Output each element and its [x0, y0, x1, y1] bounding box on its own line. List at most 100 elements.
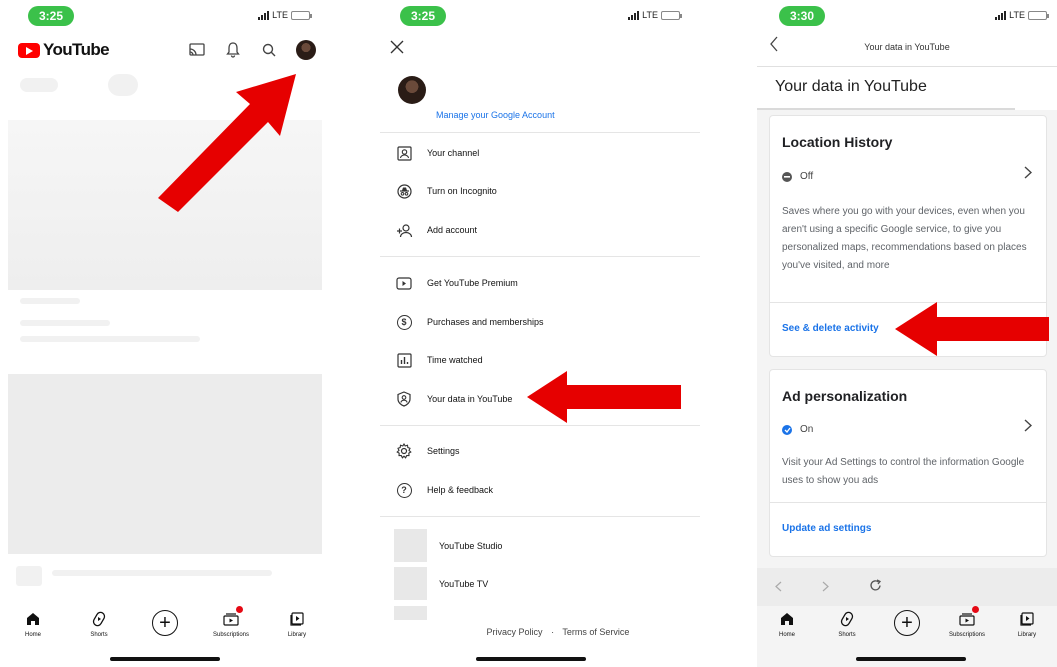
divider	[380, 425, 700, 426]
app-header: YouTube	[18, 36, 316, 64]
app-icon	[394, 529, 427, 562]
text-placeholder	[20, 298, 80, 304]
menu-item-label: Your channel	[427, 148, 480, 158]
divider	[770, 502, 1046, 503]
bell-icon[interactable]	[224, 41, 242, 59]
nav-shorts[interactable]: Shorts	[817, 609, 877, 638]
menu-item-settings[interactable]: Settings	[394, 441, 690, 461]
menu-item-label: Help & feedback	[427, 485, 494, 495]
nav-create[interactable]: +	[877, 610, 937, 636]
phone-account-menu: 3:25 LTE Manage your Google Account Your…	[370, 0, 700, 667]
app-item-tv[interactable]: YouTube TV	[394, 567, 488, 600]
nav-library[interactable]: Library	[267, 609, 327, 638]
privacy-policy-link[interactable]: Privacy Policy	[487, 627, 543, 637]
manage-account-link[interactable]: Manage your Google Account	[436, 110, 555, 120]
menu-item-label: Turn on Incognito	[427, 186, 497, 196]
location-history-card: Location History Off Saves where you go …	[769, 115, 1047, 357]
page-heading: Your data in YouTube	[775, 78, 927, 95]
divider	[380, 256, 700, 257]
app-label: YouTube Studio	[439, 540, 503, 551]
library-icon	[1020, 609, 1034, 629]
text-placeholder	[52, 570, 272, 576]
close-icon[interactable]	[390, 36, 404, 58]
chip-placeholder	[108, 74, 138, 96]
nav-create[interactable]: +	[135, 610, 195, 636]
menu-item-incognito[interactable]: Turn on Incognito	[394, 181, 690, 201]
shorts-icon	[92, 609, 106, 629]
create-icon: +	[894, 610, 920, 636]
brand-name: YouTube	[43, 40, 110, 59]
nav-library[interactable]: Library	[997, 609, 1057, 638]
browser-forward-icon[interactable]	[822, 579, 829, 595]
browser-back-icon[interactable]	[775, 579, 782, 595]
card-description: Saves where you go with your devices, ev…	[782, 206, 1027, 271]
menu-item-help[interactable]: ? Help & feedback	[394, 480, 690, 500]
page-title: Your data in YouTube	[864, 42, 950, 52]
divider	[757, 66, 1057, 67]
youtube-logo[interactable]: YouTube	[18, 40, 110, 60]
reload-icon[interactable]	[869, 579, 882, 595]
chevron-right-icon[interactable]	[1024, 419, 1033, 437]
menu-item-add-account[interactable]: Add account	[394, 220, 690, 240]
status-time: 3:25	[400, 6, 446, 26]
state-label: Off	[800, 171, 814, 182]
youtube-play-icon	[18, 42, 40, 58]
app-item-studio[interactable]: YouTube Studio	[394, 529, 502, 562]
menu-item-purchases[interactable]: $ Purchases and memberships	[394, 312, 690, 332]
app-item-partial	[394, 606, 427, 620]
menu-item-time-watched[interactable]: Time watched	[394, 350, 690, 370]
home-indicator	[856, 657, 966, 661]
menu-item-label: Time watched	[427, 355, 483, 365]
incognito-icon	[394, 181, 414, 201]
nav-subscriptions[interactable]: Subscriptions	[937, 605, 997, 638]
menu-item-your-data[interactable]: Your data in YouTube	[394, 389, 690, 409]
chart-icon	[394, 350, 414, 370]
shield-person-icon	[394, 389, 414, 409]
chevron-right-icon[interactable]	[1024, 166, 1033, 184]
menu-item-premium[interactable]: Get YouTube Premium	[394, 273, 690, 293]
cast-icon[interactable]	[188, 41, 206, 59]
nav-label: Library	[1017, 631, 1037, 638]
state-label: On	[800, 424, 814, 435]
divider	[380, 132, 700, 133]
bottom-nav: Home Shorts + Subscriptions Library	[757, 601, 1057, 645]
text-placeholder	[20, 336, 200, 342]
menu-item-label: Purchases and memberships	[427, 317, 544, 327]
status-bar: 3:25 LTE	[0, 6, 330, 26]
create-icon: +	[152, 610, 178, 636]
nav-label: Home	[778, 631, 795, 638]
network-indicator: LTE	[995, 10, 1049, 20]
avatar[interactable]	[398, 76, 426, 104]
notification-dot	[236, 605, 243, 613]
search-icon[interactable]	[260, 41, 278, 59]
update-ad-settings-link[interactable]: Update ad settings	[782, 523, 871, 534]
location-status[interactable]: Off	[782, 171, 813, 182]
gear-icon	[394, 441, 414, 461]
nav-label: Subscriptions	[948, 631, 986, 638]
see-delete-activity-link[interactable]: See & delete activity	[782, 323, 879, 334]
menu-item-label: Your data in YouTube	[427, 394, 513, 404]
avatar[interactable]	[296, 40, 316, 60]
terms-link[interactable]: Terms of Service	[562, 627, 629, 637]
menu-item-your-channel[interactable]: Your channel	[394, 143, 690, 163]
card-title: Location History	[782, 134, 893, 150]
signal-icon	[995, 10, 1007, 20]
menu-item-label: Add account	[427, 225, 478, 235]
network-indicator: LTE	[258, 10, 312, 20]
network-type: LTE	[272, 10, 288, 20]
video-thumbnail	[8, 374, 322, 554]
nav-shorts[interactable]: Shorts	[69, 609, 129, 638]
home-indicator	[110, 657, 220, 661]
card-description: Visit your Ad Settings to control the in…	[782, 457, 1025, 486]
nav-home[interactable]: Home	[3, 609, 63, 638]
text-placeholder	[20, 320, 110, 326]
ad-personalization-card: Ad personalization On Visit your Ad Sett…	[769, 369, 1047, 557]
add-account-icon	[394, 220, 414, 240]
app-icon	[394, 567, 427, 600]
network-type: LTE	[1009, 10, 1025, 20]
status-time: 3:30	[779, 6, 825, 26]
nav-subscriptions[interactable]: Subscriptions	[201, 605, 261, 638]
nav-home[interactable]: Home	[757, 609, 817, 638]
status-time: 3:25	[28, 6, 74, 26]
ad-status[interactable]: On	[782, 424, 813, 435]
